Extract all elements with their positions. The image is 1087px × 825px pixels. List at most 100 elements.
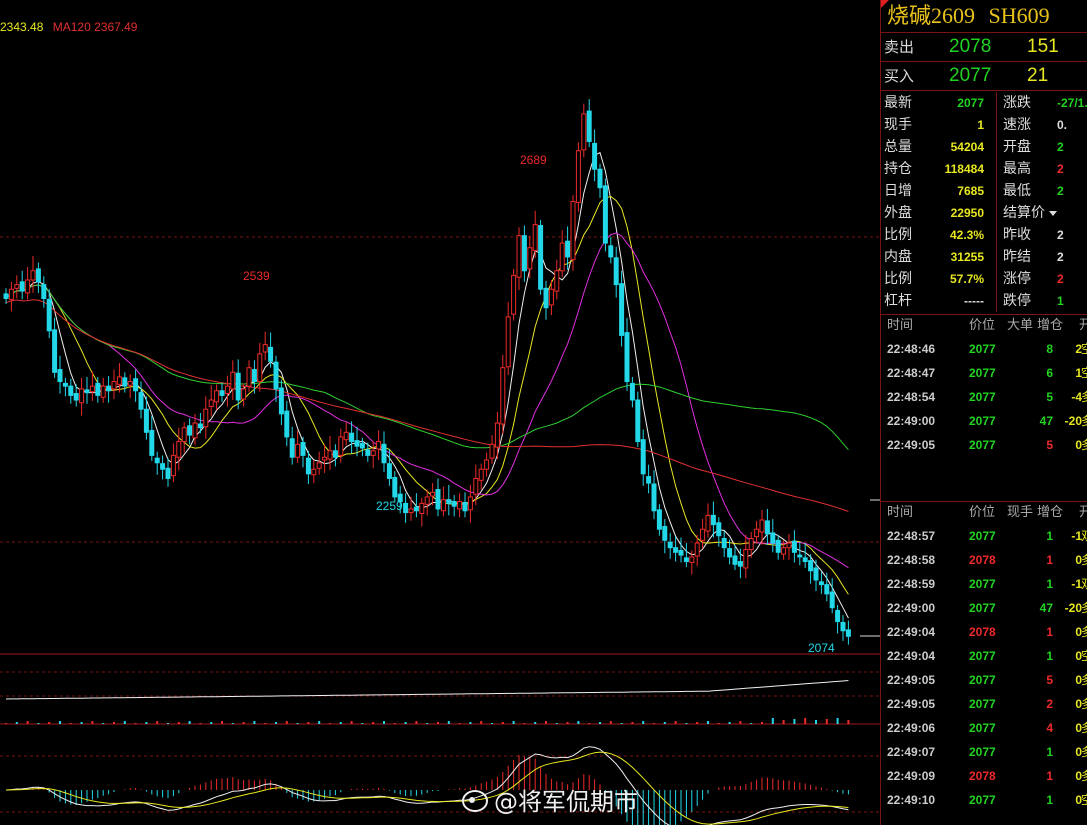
volume-bar <box>275 722 277 724</box>
cell-price: 2077 <box>969 414 996 428</box>
table-row[interactable]: 22:48:47 2077 6 1空 <box>881 361 1087 385</box>
stat-label: 最新 <box>884 95 912 111</box>
candle-body <box>176 441 182 458</box>
candle-body <box>316 462 322 469</box>
stat-row: 杠杆 ----- 跌停 1 <box>881 290 1087 312</box>
candle <box>521 225 527 282</box>
stat-value-2: 2 <box>1057 140 1064 154</box>
table-row[interactable]: 22:49:05 2077 5 0多 <box>881 668 1087 692</box>
cell-volume: 2 <box>1046 697 1053 711</box>
cell-nature: 多 <box>1081 716 1087 740</box>
candle <box>467 484 473 523</box>
volume-bar <box>469 722 472 724</box>
stat-row: 日增 7685 最低 2 <box>881 180 1087 202</box>
candle <box>430 483 436 506</box>
table-row[interactable]: 22:49:04 2078 1 0多 <box>881 620 1087 644</box>
candle <box>700 519 706 549</box>
cell-time: 22:48:46 <box>887 342 936 356</box>
ticks-list[interactable]: 22:48:5720771-1双22:48:58207810多22:48:592… <box>881 524 1087 812</box>
cell-volume: 1 <box>1046 745 1053 759</box>
candle-body <box>521 235 527 272</box>
candle <box>570 195 576 271</box>
candle-body <box>440 499 446 512</box>
candle <box>224 376 230 407</box>
volume-bar <box>545 721 547 724</box>
candle <box>111 369 117 400</box>
candle <box>343 422 349 446</box>
candle <box>775 534 781 560</box>
volume-bar <box>383 721 385 724</box>
kline-chart[interactable]: 2539 2689 2259 2074 <box>0 0 880 825</box>
candle <box>829 578 835 614</box>
volume-bar <box>188 721 191 724</box>
table-row[interactable]: 22:48:59 2077 1 -1双 <box>881 572 1087 596</box>
volume-bar <box>815 720 817 724</box>
volume-bar <box>588 723 591 724</box>
volume-bar <box>696 722 699 724</box>
table-row[interactable]: 22:49:00 2077 47 -20多 <box>881 409 1087 433</box>
candle-body <box>138 392 144 410</box>
candle <box>565 226 571 270</box>
candle-body <box>214 390 220 403</box>
candle <box>597 163 603 198</box>
divider <box>996 92 997 114</box>
stat-value: 22950 <box>950 206 984 220</box>
volume-bar <box>372 722 375 724</box>
sell-price: 2078 <box>949 36 992 57</box>
candle-body <box>592 142 598 170</box>
candle-body <box>478 468 484 481</box>
candle <box>592 129 598 182</box>
candle-body <box>413 506 419 512</box>
candle <box>575 142 581 212</box>
volume-bar <box>26 721 29 724</box>
stat-row: 现手 1 速涨 0. <box>881 114 1087 136</box>
volume-bar <box>307 722 310 724</box>
cell-price: 2078 <box>969 553 996 567</box>
candle-body <box>619 283 625 336</box>
table-row[interactable]: 22:49:00 2077 47 -20多 <box>881 596 1087 620</box>
table-row[interactable]: 22:49:05 2077 2 0多 <box>881 692 1087 716</box>
stat-value: 2077 <box>957 96 984 110</box>
volume-bar <box>707 721 709 724</box>
candle <box>349 421 355 454</box>
ma120-legend: MA120 2367.49 <box>52 20 138 34</box>
candle-body <box>732 555 738 565</box>
table-row[interactable]: 22:48:46 2077 8 2空 <box>881 337 1087 361</box>
candle <box>208 385 214 417</box>
table-row[interactable]: 22:49:04 2077 1 0空 <box>881 644 1087 668</box>
candle-body <box>683 557 689 563</box>
cell-change: -1 <box>1071 529 1082 543</box>
kline-chart-area[interactable]: 2539 2689 2259 2074 2343.48 MA120 2367.4… <box>0 0 880 825</box>
candle-body <box>295 443 301 458</box>
cell-nature: 空 <box>1081 644 1087 668</box>
chevron-down-icon[interactable] <box>1049 211 1057 216</box>
candle <box>300 436 306 468</box>
candle-body <box>845 629 851 637</box>
table-row[interactable]: 22:49:09 2078 1 0多 <box>881 764 1087 788</box>
candle-body <box>737 561 743 567</box>
big-orders-list[interactable]: 22:48:46207782空22:48:47207761空22:48:5420… <box>881 337 1087 457</box>
table-row[interactable]: 22:49:06 2077 4 0多 <box>881 716 1087 740</box>
candle <box>68 378 74 404</box>
divider <box>996 268 997 290</box>
table-row[interactable]: 22:48:54 2077 5 -4多 <box>881 385 1087 409</box>
table-row[interactable]: 22:48:57 2077 1 -1双 <box>881 524 1087 548</box>
candle-body <box>516 235 522 278</box>
candle-body <box>602 185 608 244</box>
candle <box>608 236 614 264</box>
volume-bar <box>145 722 148 724</box>
table-row[interactable]: 22:49:10 2077 1 0空 <box>881 788 1087 812</box>
cell-change: 0 <box>1075 649 1082 663</box>
volume-bar <box>653 723 655 724</box>
candle <box>435 478 441 517</box>
instrument-title[interactable]: 烧碱2609 SH609 <box>881 0 1087 33</box>
candle <box>386 448 392 486</box>
table-row[interactable]: 22:48:58 2078 1 0多 <box>881 548 1087 572</box>
candle-body <box>73 393 79 401</box>
table-row[interactable]: 22:49:07 2077 1 0多 <box>881 740 1087 764</box>
volume-bar <box>156 721 159 724</box>
candle <box>640 429 646 486</box>
candle-body <box>251 369 257 383</box>
table-row[interactable]: 22:49:05 2077 5 0多 <box>881 433 1087 457</box>
candle-body <box>835 609 841 623</box>
